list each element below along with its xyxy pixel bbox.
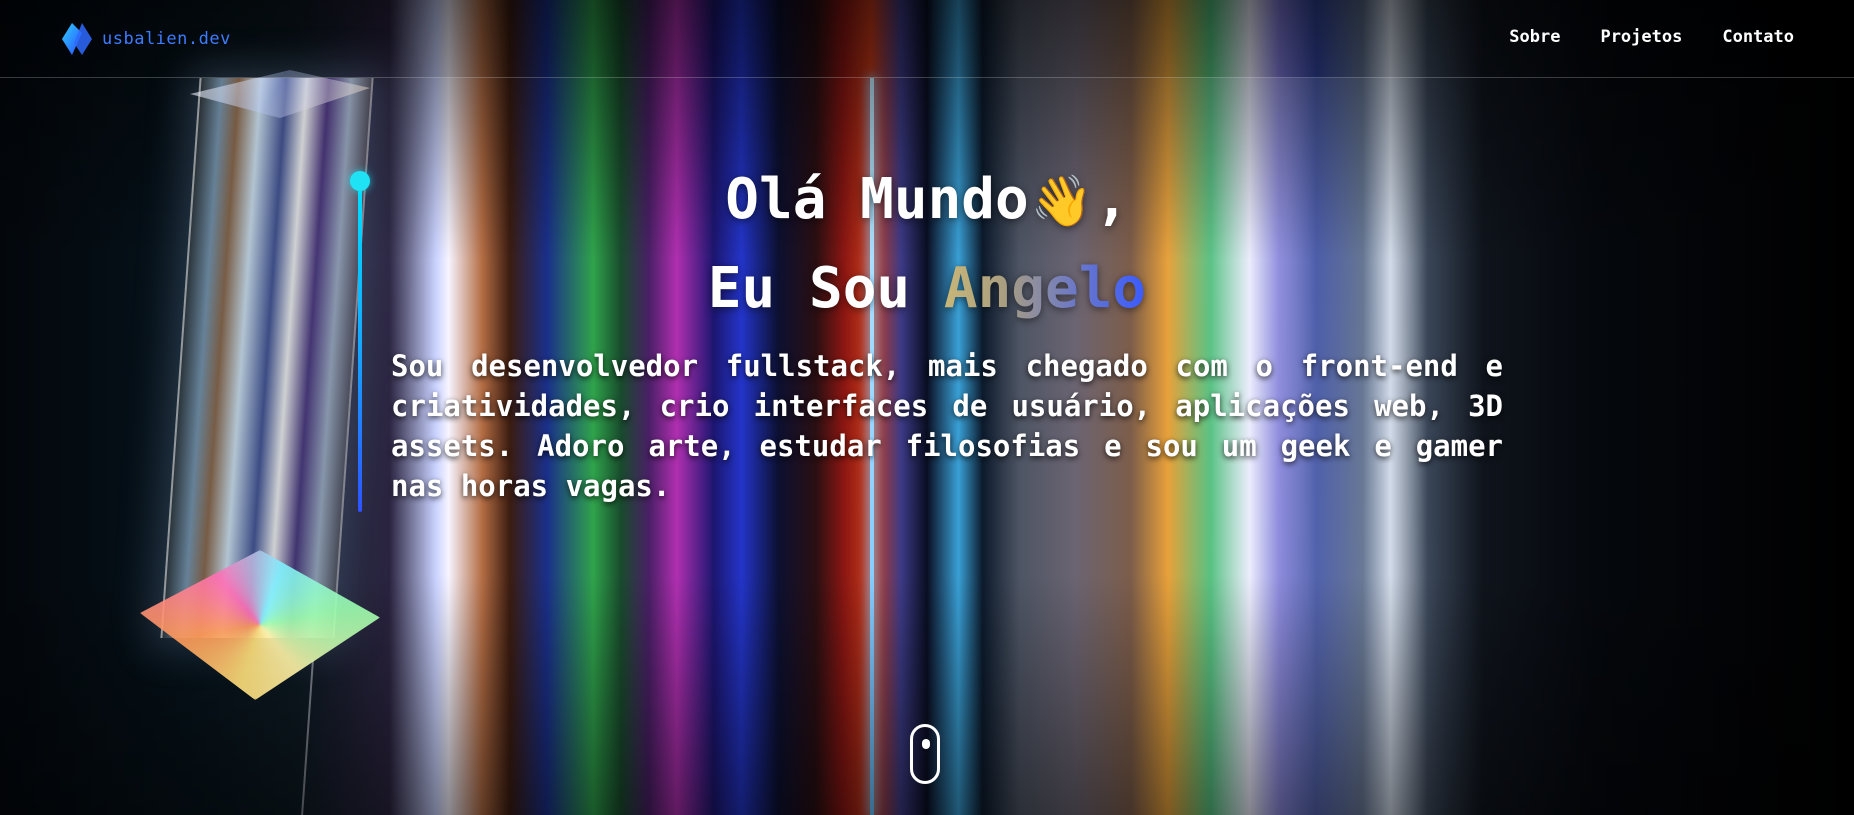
greeting-suffix: , [1094,167,1129,232]
nav-link-sobre[interactable]: Sobre [1509,27,1560,47]
nav-links: Sobre Projetos Contato [1509,27,1794,47]
greeting-text: Olá Mundo [725,167,1029,232]
scroll-progress-line [358,180,362,512]
scroll-progress-dot [350,171,370,191]
intro-prefix: Eu Sou [707,256,911,321]
nav-link-projetos[interactable]: Projetos [1600,27,1682,47]
mouse-scroll-icon[interactable] [910,724,940,784]
hero-greeting: Olá Mundo👋, [0,162,1854,239]
top-navbar: usbalien.dev Sobre Projetos Contato [0,0,1854,78]
hero-description: Sou desenvolvedor fullstack, mais chegad… [391,349,1503,503]
mouse-wheel [922,739,930,749]
hero-name: Angelo [943,256,1147,321]
waving-hand-icon: 👋 [1030,172,1093,230]
diamond-logo-icon [60,21,94,57]
hero-intro: Eu Sou Angelo [0,251,1854,327]
nav-link-contato[interactable]: Contato [1722,27,1794,47]
site-logo[interactable]: usbalien.dev [60,21,231,57]
logo-text: usbalien.dev [102,29,231,49]
